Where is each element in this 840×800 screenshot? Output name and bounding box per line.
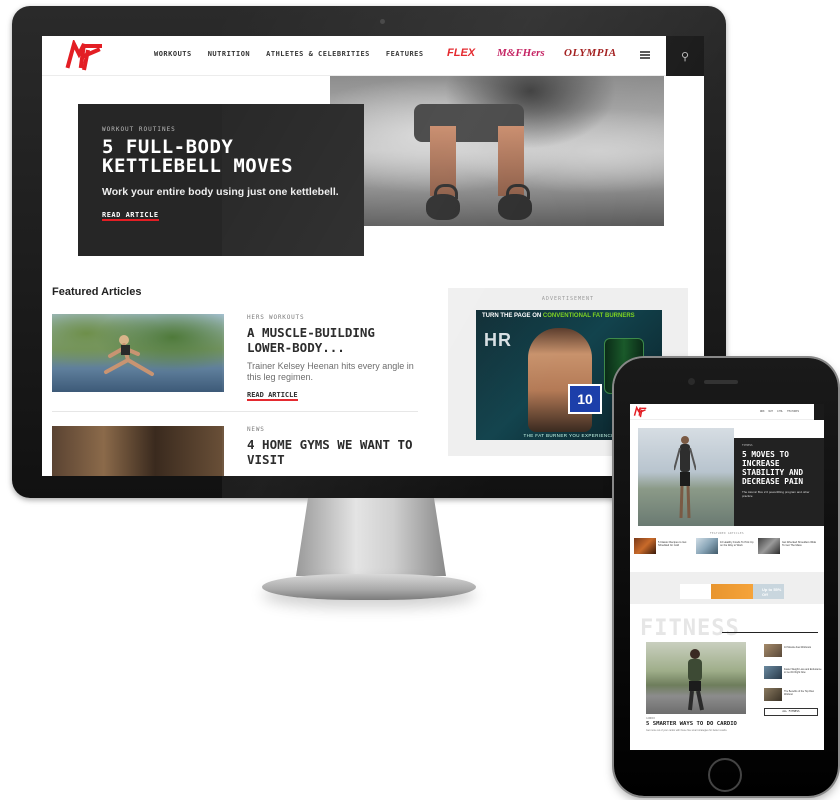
- phone-hero-kicker: FITNESS: [742, 444, 753, 447]
- phone-side-title: The Benefits of the Top Row Workout: [784, 690, 814, 696]
- phone-side-item[interactable]: Faster Weight Loss and Endurance to Get …: [764, 666, 824, 682]
- featured-article-kicker: HERS WORKOUTS: [247, 314, 305, 321]
- kettlebell-icon: [426, 184, 460, 220]
- ad-headline: TURN THE PAGE ON CONVENTIONAL FAT BURNER…: [482, 313, 635, 319]
- phone-featured-image: [758, 538, 780, 554]
- kettlebell-icon: [498, 184, 532, 220]
- phone-featured-image: [634, 538, 656, 554]
- phone-featured-title: 10 Healthy Foods To Pick Up on the Way t…: [720, 541, 754, 548]
- phone-side-title: 10 Muscle-Fuel Workouts: [784, 646, 812, 649]
- phone-section-title[interactable]: 5 SMARTER WAYS TO DO CARDIO: [646, 721, 737, 727]
- ad-headline-pre: TURN THE PAGE ON: [482, 313, 542, 319]
- phone-nav-item[interactable]: WRK: [760, 410, 765, 413]
- phone-nav-item[interactable]: ATHL: [777, 410, 783, 413]
- smartphone: WRK NUT ATHL FEATURES FITNESS 5 MOVES TO: [614, 358, 838, 796]
- phone-section-subtitle: Get more out of your cardio with these f…: [646, 729, 728, 732]
- phone-hero-image[interactable]: [638, 428, 734, 526]
- featured-article-text: HERS WORKOUTS A MUSCLE-BUILDING LOWER-BO…: [247, 314, 423, 402]
- phone-section-heading: FITNESS: [640, 616, 740, 641]
- mf-logo[interactable]: [64, 38, 102, 72]
- nav-flex-logo[interactable]: FLEX: [447, 47, 475, 59]
- phone-nav-item[interactable]: NUT: [769, 410, 774, 413]
- search-button[interactable]: ⚲: [666, 36, 704, 76]
- phone-featured-title: 5 Classic Recipes to Get Shredded for Co…: [658, 541, 687, 548]
- nav-workouts[interactable]: WORKOUTS: [154, 50, 192, 58]
- phone-home-button[interactable]: [708, 758, 742, 792]
- phone-hero-subtitle: The Atomic Box 2.0 powerlifting program …: [742, 490, 810, 498]
- hero-subtitle: Work your entire body using just one ket…: [102, 186, 339, 198]
- hero-title[interactable]: 5 FULL-BODY KETTLEBELL MOVES: [102, 138, 340, 176]
- featured-article-subtitle: Trainer Kelsey Heenan hits every angle i…: [247, 361, 414, 382]
- phone-side-item[interactable]: 10 Muscle-Fuel Workouts: [764, 644, 824, 660]
- featured-article-image[interactable]: [52, 314, 224, 392]
- nav-features[interactable]: FEATURES: [386, 50, 424, 58]
- phone-ad-banner[interactable]: Up to 55% Off: [680, 584, 784, 599]
- phone-nav-links: WRK NUT ATHL FEATURES: [760, 410, 799, 413]
- phone-camera: [688, 378, 695, 385]
- phone-hero-title[interactable]: 5 MOVES TO INCREASE STABILITY AND DECREA…: [742, 450, 816, 486]
- nav-nutrition[interactable]: NUTRITION: [208, 50, 250, 58]
- featured-articles-heading: Featured Articles: [52, 286, 142, 298]
- phone-navbar: WRK NUT ATHL FEATURES: [630, 404, 824, 420]
- phone-side-image: [764, 666, 782, 679]
- phone-section-image[interactable]: [646, 642, 746, 714]
- phone-section-rule: [722, 632, 818, 633]
- nav-athletes-celebrities[interactable]: ATHLETES & CELEBRITIES: [266, 50, 370, 58]
- featured-article[interactable]: HERS WORKOUTS A MUSCLE-BUILDING LOWER-BO…: [52, 314, 418, 414]
- monitor-stand-base: [262, 574, 476, 600]
- ad-headline-emphasis: CONVENTIONAL FAT BURNERS: [542, 313, 635, 319]
- monitor-camera: [380, 19, 385, 24]
- phone-side-image: [764, 688, 782, 701]
- phone-featured-item[interactable]: Get Wrecked Shoulders Wide To Get The Ma…: [758, 538, 818, 556]
- phone-all-fitness-button[interactable]: ALL FITNESS: [764, 708, 818, 716]
- phone-side-image: [764, 644, 782, 657]
- phone-featured-image: [696, 538, 718, 554]
- phone-nav-item[interactable]: FEATURES: [787, 410, 799, 413]
- monitor-stand-neck: [296, 498, 446, 576]
- featured-divider: [52, 411, 418, 412]
- phone-hero-card[interactable]: FITNESS 5 MOVES TO INCREASE STABILITY AN…: [734, 438, 824, 526]
- nav-olympia-logo[interactable]: OLYMPIA: [564, 47, 617, 59]
- phone-featured-item[interactable]: 5 Classic Recipes to Get Shredded for Co…: [634, 538, 694, 556]
- ad-brand: HR: [484, 330, 512, 350]
- phone-side-item[interactable]: The Benefits of the Top Row Workout: [764, 688, 824, 704]
- phone-screen: WRK NUT ATHL FEATURES FITNESS 5 MOVES TO: [630, 404, 824, 750]
- ad-badge: 10: [568, 384, 602, 414]
- mf-logo[interactable]: [633, 406, 647, 418]
- featured-article-title[interactable]: 4 HOME GYMS WE WANT TO VISIT: [247, 437, 423, 467]
- search-icon: ⚲: [680, 50, 690, 63]
- desktop-screen: WORKOUTS NUTRITION ATHLETES & CELEBRITIE…: [42, 36, 704, 476]
- desktop-nav-links: WORKOUTS NUTRITION ATHLETES & CELEBRITIE…: [154, 50, 424, 58]
- featured-article-title[interactable]: A MUSCLE-BUILDING LOWER-BODY...: [247, 325, 423, 355]
- hero-read-article-link[interactable]: READ ARTICLE: [102, 211, 159, 221]
- desktop-navbar: WORKOUTS NUTRITION ATHLETES & CELEBRITIE…: [42, 36, 704, 76]
- phone-featured-item[interactable]: 10 Healthy Foods To Pick Up on the Way t…: [696, 538, 756, 556]
- phone-ad-text: Up to 55% Off: [762, 587, 782, 597]
- hamburger-menu-icon[interactable]: [640, 51, 650, 59]
- jump-rope-athlete: [674, 436, 696, 519]
- featured-read-article-link[interactable]: READ ARTICLE: [247, 391, 298, 401]
- advertisement-label: ADVERTISEMENT: [541, 296, 595, 302]
- featured-article-kicker: NEWS: [247, 426, 265, 433]
- phone-section-kicker: CARDIO: [646, 717, 656, 720]
- ad-model-image: [528, 328, 592, 432]
- phone-featured-label: FEATURED ARTICLES: [709, 532, 745, 535]
- phone-search-button[interactable]: [814, 404, 824, 420]
- hero-card[interactable]: WORKOUT ROUTINES 5 FULL-BODY KETTLEBELL …: [78, 104, 364, 256]
- athlete-figure: [104, 335, 154, 376]
- hero-kicker: WORKOUT ROUTINES: [102, 126, 176, 133]
- hero-image[interactable]: [330, 76, 664, 226]
- phone-ad-band: Up to 55% Off: [630, 572, 824, 604]
- nav-mfhers-logo[interactable]: M&FHers: [497, 47, 545, 59]
- runner-figure: [688, 649, 704, 711]
- featured-article[interactable]: NEWS 4 HOME GYMS WE WANT TO VISIT: [52, 426, 418, 476]
- featured-article-text: NEWS 4 HOME GYMS WE WANT TO VISIT: [247, 426, 423, 467]
- featured-article-image[interactable]: [52, 426, 224, 476]
- phone-featured-title: Get Wrecked Shoulders Wide To Get The Ma…: [782, 541, 817, 548]
- phone-speaker: [704, 380, 738, 384]
- phone-hero[interactable]: FITNESS 5 MOVES TO INCREASE STABILITY AN…: [638, 428, 824, 526]
- phone-side-title: Faster Weight Loss and Endurance to Get …: [784, 668, 822, 674]
